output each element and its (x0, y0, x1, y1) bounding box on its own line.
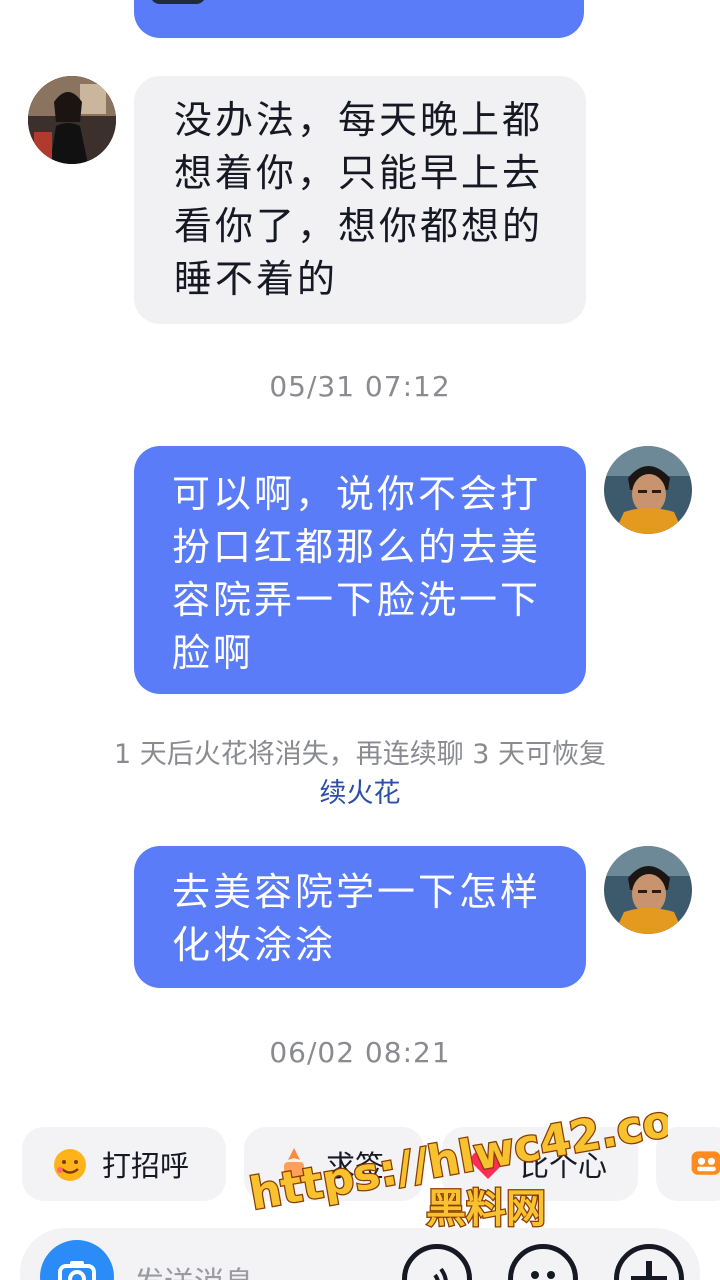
outgoing-message-text: 去美容院学一下怎样化妆涂涂 (172, 870, 542, 967)
heart-icon (471, 1150, 505, 1179)
emoji-icon (531, 1271, 555, 1279)
outgoing-message-bubble[interactable]: 可以啊，说你不会打扮口红都那么的去美容院弄一下脸洗一下脸啊 (134, 446, 586, 694)
self-avatar[interactable] (604, 846, 692, 934)
timestamp: 05/31 07:12 (269, 370, 451, 403)
add-button[interactable] (614, 1244, 684, 1280)
quick-action-heart[interactable]: 比个心 (442, 1127, 638, 1201)
quick-action-label: 求签 (326, 1149, 385, 1183)
cropped-avatar-icon (150, 0, 206, 4)
emoji-button[interactable] (508, 1244, 578, 1280)
message-composer[interactable] (20, 1228, 700, 1280)
streak-notice: 1 天后火花将消失，再连续聊 3 天可恢复 续火花 (100, 735, 620, 813)
smile-wave-icon (54, 1149, 86, 1181)
outgoing-message-text: 可以啊，说你不会打扮口红都那么的去美容院弄一下脸洗一下脸啊 (172, 472, 542, 675)
message-input-placeholder[interactable]: 发送消息 (134, 1258, 254, 1280)
timestamp: 06/02 08:21 (269, 1036, 451, 1069)
contact-avatar[interactable] (28, 76, 116, 164)
fortune-lot-icon (284, 1148, 304, 1180)
voice-wave-icon (433, 1267, 448, 1280)
voice-button[interactable] (402, 1244, 472, 1280)
camera-button[interactable] (40, 1240, 114, 1280)
outgoing-message-bubble[interactable]: 去美容院学一下怎样化妆涂涂 (134, 846, 586, 988)
quick-action-more[interactable] (656, 1127, 720, 1201)
self-avatar[interactable] (604, 446, 692, 534)
contact-photo-icon (28, 76, 116, 164)
camera-icon (58, 1261, 96, 1280)
continue-streak-link[interactable]: 续火花 (320, 778, 401, 809)
incoming-message-bubble[interactable]: 没办法，每天晚上都想着你，只能早上去看你了，想你都想的睡不着的 (134, 76, 586, 324)
quick-action-label: 打招呼 (102, 1149, 190, 1183)
self-photo-icon (604, 446, 692, 534)
quick-action-greet[interactable]: 打招呼 (22, 1127, 226, 1201)
message-bubble-cropped[interactable] (134, 0, 584, 38)
quick-action-draw-lot[interactable]: 求签 (244, 1127, 424, 1201)
self-photo-icon (604, 846, 692, 934)
incoming-message-text: 没办法，每天晚上都想着你，只能早上去看你了，想你都想的睡不着的 (174, 98, 544, 301)
plus-icon (631, 1261, 667, 1280)
group-chat-icon (691, 1151, 720, 1175)
streak-notice-text: 1 天后火花将消失，再连续聊 3 天可恢复 (113, 739, 607, 770)
quick-action-label: 比个心 (520, 1149, 608, 1183)
